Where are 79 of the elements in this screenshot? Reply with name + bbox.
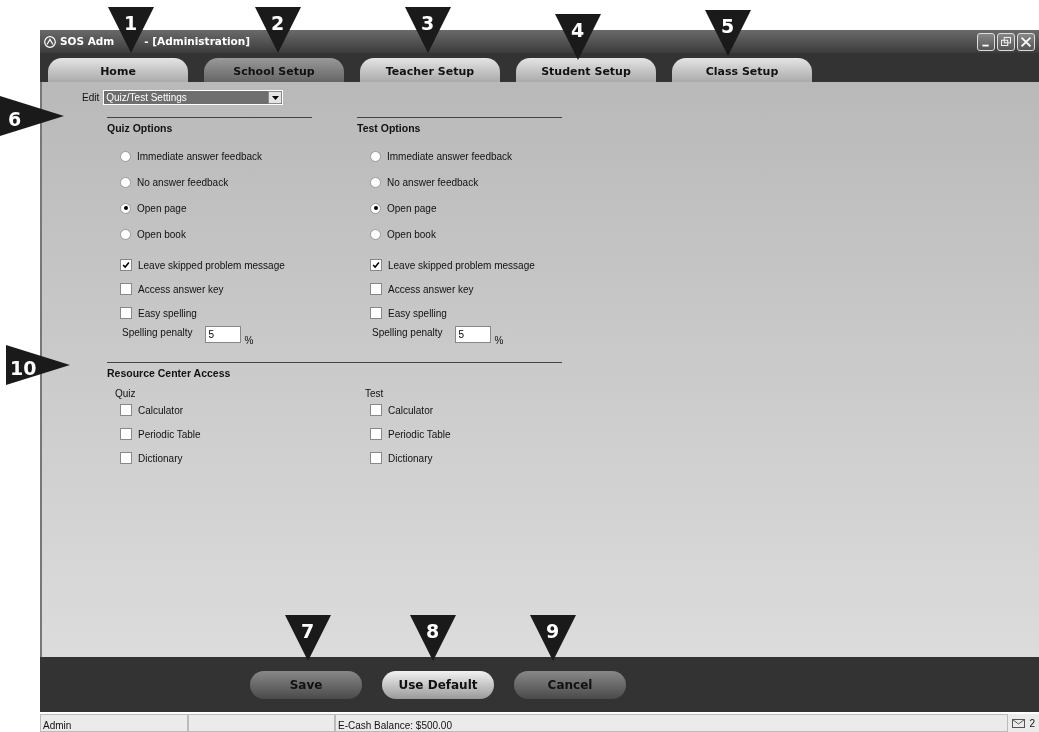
radio-label: Open page — [387, 201, 437, 216]
callout-marker: 7 — [285, 615, 331, 661]
checkbox-label: Access answer key — [138, 282, 224, 297]
radio-label: Open book — [137, 227, 186, 242]
status-user: Admin — [40, 714, 188, 732]
action-button[interactable]: Use Default — [382, 670, 494, 699]
checkbox[interactable] — [120, 283, 132, 296]
radio-label: No answer feedback — [387, 175, 479, 190]
message-count: 2 — [1029, 716, 1035, 731]
checkbox[interactable] — [370, 259, 382, 272]
checkbox-label: Access answer key — [388, 282, 474, 297]
checkbox-label: Leave skipped problem message — [388, 258, 535, 273]
checkbox[interactable] — [120, 307, 132, 320]
radio-button[interactable] — [370, 176, 381, 188]
checkbox-label: Calculator — [138, 403, 184, 418]
checkbox[interactable] — [120, 259, 132, 272]
checkbox-label: Calculator — [388, 403, 434, 418]
restore-button[interactable] — [997, 32, 1015, 51]
checkbox-label: Periodic Table — [138, 427, 201, 442]
checkbox-label: Dictionary — [138, 451, 183, 466]
checkbox[interactable] — [370, 452, 382, 464]
callout-marker: 10 — [6, 345, 70, 385]
radio-button[interactable] — [120, 150, 131, 162]
tab[interactable]: Class Setup — [672, 58, 812, 82]
radio-label: Immediate answer feedback — [387, 149, 513, 164]
checkbox-label: Leave skipped problem message — [138, 258, 285, 273]
tab[interactable]: School Setup — [204, 58, 344, 82]
radio-label: Immediate answer feedback — [137, 149, 263, 164]
checkbox[interactable] — [370, 307, 382, 320]
callout-marker: 6 — [0, 96, 64, 136]
status-balance: E-Cash Balance: $500.00 — [335, 714, 1009, 732]
section-heading: Resource Center Access — [107, 365, 232, 381]
tab[interactable]: Teacher Setup — [360, 58, 500, 82]
caret-icon — [271, 95, 279, 100]
callout-marker: 9 — [530, 615, 576, 661]
tab[interactable]: Home — [48, 58, 188, 82]
radio-label: Open book — [387, 227, 436, 242]
group-label: Test — [365, 386, 385, 401]
checkbox[interactable] — [120, 452, 132, 464]
checkbox[interactable] — [120, 404, 132, 416]
edit-dropdown[interactable]: Quiz/Test Settings — [103, 90, 284, 105]
edit-label: Edit — [82, 91, 100, 105]
section-heading: Test Options — [357, 117, 562, 137]
checkbox-label: Dictionary — [388, 451, 433, 466]
radio-button[interactable] — [370, 202, 381, 214]
section-heading: Quiz Options — [107, 117, 312, 137]
checkbox[interactable] — [370, 283, 382, 296]
app-logo-icon — [44, 35, 56, 48]
minimize-button[interactable] — [977, 32, 995, 51]
radio-button[interactable] — [120, 228, 131, 240]
radio-button[interactable] — [370, 228, 381, 240]
unit-label: % — [494, 333, 504, 348]
mail-icon — [1012, 718, 1026, 728]
checkbox-label: Easy spelling — [388, 306, 447, 321]
tab[interactable]: Student Setup — [516, 58, 656, 82]
callout-marker: 4 — [555, 14, 601, 60]
callout-marker: 5 — [705, 10, 751, 56]
window-title: SOS Adm — [60, 33, 115, 49]
group-label: Quiz — [115, 386, 137, 401]
radio-button[interactable] — [120, 176, 131, 188]
callout-marker: 3 — [405, 7, 451, 53]
callout-marker: 8 — [410, 615, 456, 661]
input-field[interactable]: 5 — [454, 325, 491, 343]
input-field[interactable]: 5 — [204, 325, 241, 343]
close-button[interactable] — [1017, 32, 1035, 51]
checkbox-label: Periodic Table — [388, 427, 451, 442]
window-title: - [Administration] — [144, 33, 250, 49]
radio-button[interactable] — [120, 202, 131, 214]
radio-button[interactable] — [370, 150, 381, 162]
checkbox[interactable] — [370, 428, 382, 440]
radio-label: No answer feedback — [137, 175, 229, 190]
checkbox-label: Easy spelling — [138, 306, 197, 321]
checkbox[interactable] — [370, 404, 382, 416]
checkbox[interactable] — [120, 428, 132, 440]
field-label: Spelling penalty — [372, 325, 443, 340]
field-label: Spelling penalty — [122, 325, 193, 340]
callout-marker: 2 — [255, 7, 301, 53]
radio-label: Open page — [137, 201, 187, 216]
unit-label: % — [244, 333, 254, 348]
